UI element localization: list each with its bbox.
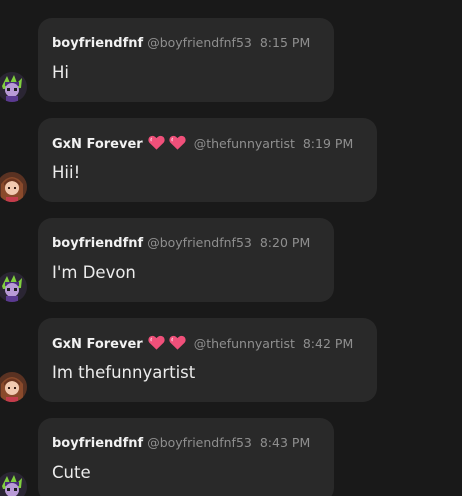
heart-icon <box>169 335 186 350</box>
message-timestamp: 8:15 PM <box>259 35 311 50</box>
message-timestamp: 8:19 PM <box>302 136 354 151</box>
heart-icon <box>169 135 186 150</box>
author-handle[interactable]: @thefunnyartist <box>194 336 295 351</box>
user-avatar[interactable] <box>0 272 27 302</box>
message-text: Im thefunnyartist <box>52 363 196 382</box>
message-header: GxN Forever @thefunnyartist 8:19 PM <box>52 135 353 155</box>
author-badges <box>148 135 190 155</box>
message-bubble[interactable]: boyfriendfnf @boyfriendfnf53 8:20 PM I'm D… <box>38 218 334 302</box>
author-name[interactable]: GxN Forever <box>52 137 143 152</box>
user-avatar[interactable] <box>0 472 27 496</box>
message-header: GxN Forever @thefunnyartist 8:42 PM <box>52 335 353 355</box>
message-bubble[interactable]: boyfriendfnf @boyfriendfnf53 8:43 PM Cute <box>38 418 334 496</box>
user-avatar[interactable] <box>0 72 27 102</box>
user-avatar[interactable] <box>0 372 27 402</box>
author-name[interactable]: GxN Forever <box>52 337 143 352</box>
message-text: Hi <box>52 63 69 82</box>
message-text: Hii! <box>52 163 81 182</box>
message-text: I'm Devon <box>52 263 136 282</box>
message-timestamp: 8:42 PM <box>302 336 354 351</box>
author-badges <box>148 335 190 355</box>
message-header: boyfriendfnf @boyfriendfnf53 8:20 PM <box>52 235 310 252</box>
message-timestamp: 8:20 PM <box>259 235 311 250</box>
message-header: boyfriendfnf @boyfriendfnf53 8:43 PM <box>52 435 310 452</box>
message-bubble[interactable]: GxN Forever @thefunnyartist 8:19 PM Hii! <box>38 118 377 202</box>
chat-message-list: boyfriendfnf @boyfriendfnf53 8:15 PM Hi Gx… <box>0 0 462 496</box>
message-timestamp: 8:43 PM <box>259 435 311 450</box>
message-bubble[interactable]: boyfriendfnf @boyfriendfnf53 8:15 PM Hi <box>38 18 334 102</box>
author-handle[interactable]: @boyfriendfnf53 <box>147 435 252 450</box>
user-avatar[interactable] <box>0 172 27 202</box>
author-handle[interactable]: @thefunnyartist <box>194 136 295 151</box>
author-name[interactable]: boyfriendfnf <box>52 436 143 451</box>
author-name[interactable]: boyfriendfnf <box>52 36 143 51</box>
heart-icon <box>148 135 165 150</box>
message-bubble[interactable]: GxN Forever @thefunnyartist 8:42 PM Im the… <box>38 318 377 402</box>
author-handle[interactable]: @boyfriendfnf53 <box>147 35 252 50</box>
heart-icon <box>148 335 165 350</box>
author-name[interactable]: boyfriendfnf <box>52 236 143 251</box>
message-header: boyfriendfnf @boyfriendfnf53 8:15 PM <box>52 35 310 52</box>
author-handle[interactable]: @boyfriendfnf53 <box>147 235 252 250</box>
message-text: Cute <box>52 463 91 482</box>
